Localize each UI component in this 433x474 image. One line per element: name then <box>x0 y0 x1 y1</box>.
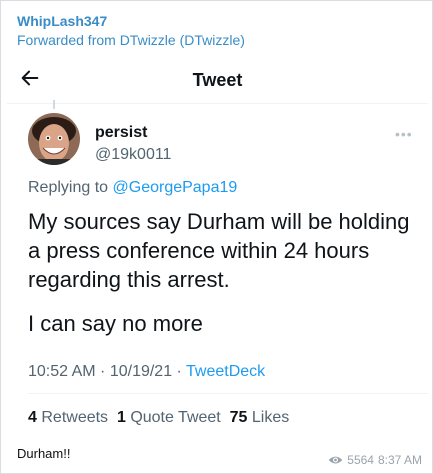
author-display-name: persist <box>95 124 148 141</box>
likes-count: 75 <box>229 409 248 426</box>
header-title: Tweet <box>192 70 243 90</box>
reply-prefix: Replying to <box>28 179 109 196</box>
tweet-source: TweetDeck <box>186 363 266 380</box>
eye-icon <box>328 456 343 464</box>
tweet-stats: 4 Retweets 1 Quote Tweet 75 Likes <box>28 409 289 427</box>
replying-to: Replying to @GeorgePapa19 <box>28 179 237 197</box>
avatar-face-icon <box>28 113 80 165</box>
tweet-text-second: I can say no more <box>28 311 203 336</box>
tweet-screenshot[interactable]: Tweet persist @19k0011 ••• Replying to @… <box>7 53 428 436</box>
retweets-label: Retweets <box>41 409 109 426</box>
message-bubble: WhipLash347 Forwarded from DTwizzle (DTw… <box>0 0 433 474</box>
quotes-count: 1 <box>116 409 126 426</box>
tweet-meta: 10:52 AM · 10/19/21 · TweetDeck <box>28 363 265 381</box>
divider <box>7 103 428 104</box>
tweet-timestamp: 10:52 AM · 10/19/21 · <box>28 363 187 380</box>
view-count: 5564 <box>347 453 374 467</box>
more-options-icon: ••• <box>395 126 413 142</box>
author-handle: @19k0011 <box>95 146 172 163</box>
thread-connector <box>53 100 55 109</box>
retweets-count: 4 <box>28 409 37 426</box>
forwarded-from[interactable]: Forwarded from DTwizzle (DTwizzle) <box>17 32 245 48</box>
message-time: 8:37 AM <box>377 453 422 467</box>
reply-mention: @GeorgePapa19 <box>112 179 238 196</box>
tweet-text: My sources say Durham will be holding a … <box>28 209 410 292</box>
avatar <box>28 113 80 165</box>
quotes-label: Quote Tweet <box>130 409 221 426</box>
message-caption: Durham!! <box>17 446 71 461</box>
likes-label: Likes <box>251 409 290 426</box>
divider <box>28 393 428 394</box>
message-footer: 5564 8:37 AM <box>328 453 422 467</box>
sender-name[interactable]: WhipLash347 <box>17 13 107 29</box>
